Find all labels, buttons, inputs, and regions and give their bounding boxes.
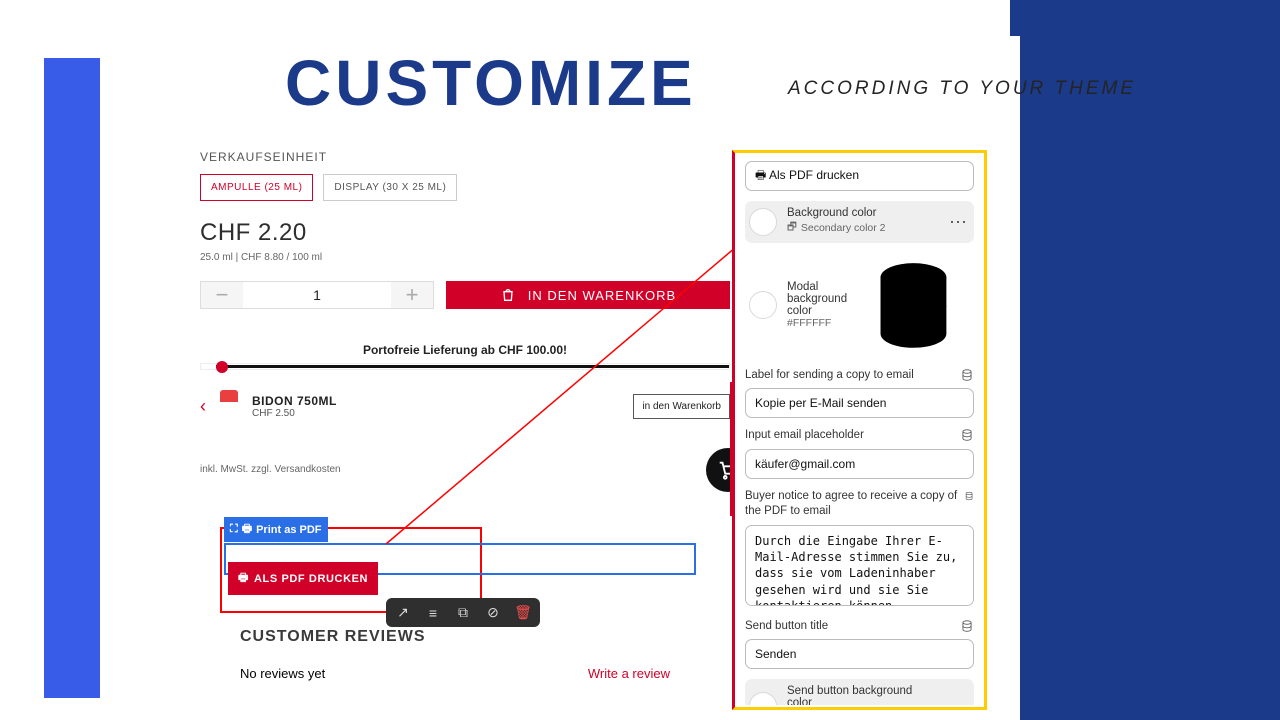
variant-label: VERKAUFSEINHEIT: [200, 150, 730, 164]
reviews-title: CUSTOMER REVIEWS: [240, 628, 670, 646]
reviews-empty: No reviews yet: [240, 666, 325, 681]
field-label: Buyer notice to agree to receive a copy …: [745, 489, 964, 520]
quantity-stepper[interactable]: − 1 +: [200, 281, 434, 309]
print-as-pdf-label: ALS PDF DRUCKEN: [254, 573, 368, 585]
field-label: Input email placeholder: [745, 428, 864, 444]
color-swatch[interactable]: [749, 208, 777, 236]
printer-icon: 🖶: [238, 569, 249, 588]
vat-note: inkl. MwSt. zzgl. Versandkosten: [200, 464, 730, 475]
align-icon[interactable]: ≡: [424, 605, 442, 621]
variant-chip-ampulle[interactable]: AMPULLE (25 ML): [200, 174, 313, 201]
cross-add-button[interactable]: in den Warenkorb: [633, 394, 730, 419]
database-icon[interactable]: [857, 249, 970, 362]
cross-thumb: [220, 390, 238, 422]
link-icon: 🗗: [787, 219, 797, 237]
swatch-sub: #FFFFFF: [787, 317, 847, 329]
free-shipping-bar: [200, 363, 730, 370]
expand-icon: ⛶: [230, 523, 238, 536]
database-icon[interactable]: [960, 428, 974, 442]
qty-value: 1: [243, 282, 391, 308]
cross-price: CHF 2.50: [252, 408, 337, 419]
add-to-cart-label: IN DEN WARENKORB: [528, 288, 676, 303]
modal-background-color-row[interactable]: Modal background color #FFFFFF: [745, 243, 974, 368]
swatch-title: Send button background color: [787, 685, 939, 705]
move-icon[interactable]: ↗: [394, 604, 412, 621]
frame-right: [1020, 0, 1280, 720]
trash-icon[interactable]: 🗑: [514, 604, 532, 621]
send-title-input[interactable]: [745, 639, 974, 669]
settings-panel-frame: Background color 🗗 Secondary color 2 ⋯ Mo…: [732, 150, 987, 710]
database-icon[interactable]: [964, 489, 974, 503]
editor-block-label: Print as PDF: [256, 524, 321, 536]
cross-name: BIDON 750ML: [252, 394, 337, 408]
swatch-title: Modal background color: [787, 281, 847, 317]
settings-panel: Background color 🗗 Secondary color 2 ⋯ Mo…: [737, 155, 982, 705]
subline: ACCORDING TO YOUR THEME: [788, 78, 1136, 100]
swatch-title: Background color: [787, 207, 939, 219]
field-label: Send button title: [745, 619, 828, 635]
price-sub: 25.0 ml | CHF 8.80 / 100 ml: [200, 252, 730, 263]
headline: CUSTOMIZE: [285, 46, 697, 120]
database-icon[interactable]: [960, 619, 974, 633]
print-as-pdf-button[interactable]: 🖶 ALS PDF DRUCKEN: [228, 562, 378, 595]
database-icon[interactable]: [960, 368, 974, 382]
cross-sell-row: ‹ BIDON 750ML CHF 2.50 in den Warenkorb: [200, 390, 730, 422]
field-label: Label for sending a copy to email: [745, 368, 914, 384]
price: CHF 2.20: [200, 219, 730, 247]
swatch-sub: Secondary color 2: [801, 222, 886, 234]
add-to-cart-button[interactable]: IN DEN WARENKORB: [446, 281, 730, 309]
printer-icon: 🖶: [242, 520, 252, 539]
variant-chip-display[interactable]: DISPLAY (30 X 25 ML): [323, 174, 457, 201]
more-icon[interactable]: ⋯: [949, 696, 970, 705]
duplicate-icon[interactable]: ⧉: [454, 604, 472, 621]
background-color-row[interactable]: Background color 🗗 Secondary color 2 ⋯: [745, 201, 974, 243]
send-button-bg-row[interactable]: Send button background color 🗗Secondary …: [745, 679, 974, 705]
hide-icon[interactable]: ⊘: [484, 604, 502, 621]
free-shipping-text: Portofreie Lieferung ab CHF 100.00!: [200, 343, 730, 357]
button-label-input[interactable]: [745, 161, 974, 191]
write-review-link[interactable]: Write a review: [588, 666, 670, 681]
editor-block-tag[interactable]: ⛶ 🖶 Print as PDF: [224, 517, 328, 542]
email-placeholder-input[interactable]: [745, 449, 974, 479]
email-label-input[interactable]: [745, 388, 974, 418]
chevron-left-icon[interactable]: ‹: [200, 396, 206, 417]
qty-plus[interactable]: +: [391, 282, 433, 308]
color-swatch[interactable]: [749, 291, 777, 319]
qty-minus[interactable]: −: [201, 282, 243, 308]
buyer-notice-textarea[interactable]: [745, 525, 974, 606]
block-toolbar[interactable]: ↗ ≡ ⧉ ⊘ 🗑: [386, 598, 540, 627]
color-swatch[interactable]: [749, 692, 777, 705]
more-icon[interactable]: ⋯: [949, 212, 970, 233]
